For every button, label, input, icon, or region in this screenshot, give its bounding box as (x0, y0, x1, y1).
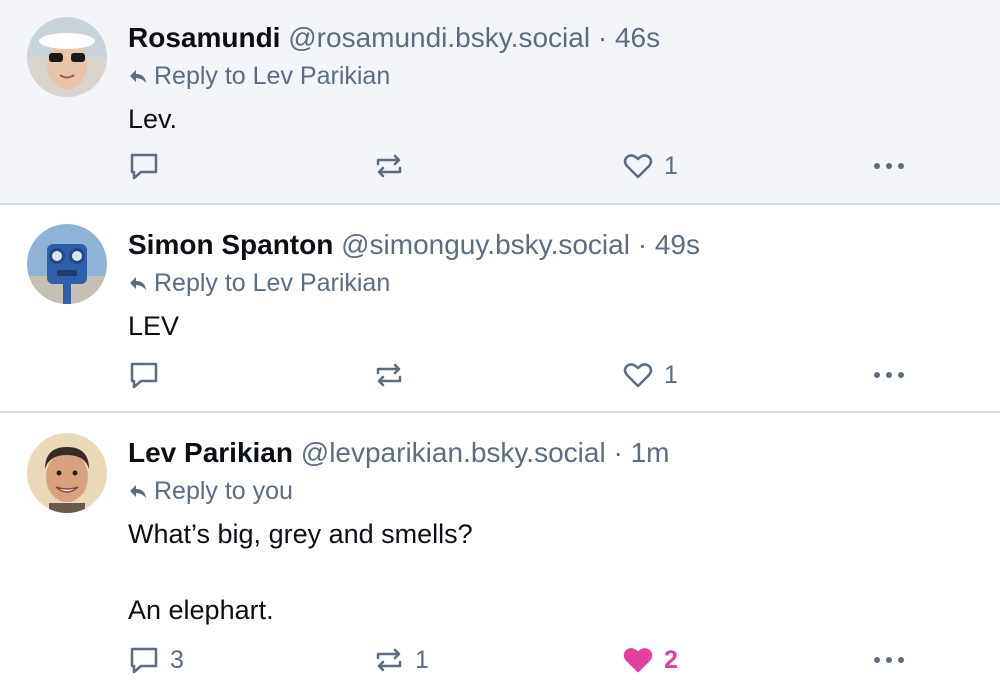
post-time[interactable]: 49s (655, 229, 700, 260)
post-header: Rosamundi @rosamundi.bsky.social · 46s (128, 20, 660, 56)
author-name[interactable]: Lev Parikian (128, 437, 293, 468)
like-button[interactable]: 1 (622, 355, 678, 395)
repost-icon (376, 648, 402, 672)
post-actions: 1 (0, 146, 1000, 186)
separator: · (597, 22, 608, 53)
avatar[interactable] (27, 17, 107, 97)
post-actions: 3 1 2 (0, 640, 1000, 680)
reply-count: 3 (170, 645, 184, 674)
heart-icon (623, 154, 653, 179)
heart-icon (623, 648, 653, 673)
more-options-button[interactable] (872, 640, 906, 680)
reply-context[interactable]: Reply to Lev Parikian (128, 267, 390, 299)
post-text: LEV (128, 311, 180, 341)
reply-arrow-icon (130, 277, 146, 290)
like-count: 2 (664, 645, 678, 674)
repost-button[interactable]: 1 (373, 640, 429, 680)
repost-button[interactable] (373, 146, 415, 186)
more-icon (874, 163, 904, 169)
more-options-button[interactable] (872, 355, 906, 395)
reply-arrow-icon (130, 485, 146, 498)
reply-to-label: Reply to Lev Parikian (154, 62, 391, 90)
comment-icon (130, 153, 158, 180)
avatar[interactable] (27, 224, 107, 304)
author-name[interactable]: Rosamundi (128, 22, 280, 53)
post-text: What’s big, grey and smells? An elephart… (128, 519, 473, 625)
author-handle[interactable]: @levparikian.bsky.social (301, 437, 606, 468)
post-item[interactable]: Lev Parikian @levparikian.bsky.social · … (0, 415, 1000, 694)
repost-button[interactable] (373, 355, 415, 395)
post-header: Simon Spanton @simonguy.bsky.social · 49… (128, 227, 700, 263)
author-handle[interactable]: @rosamundi.bsky.social (288, 22, 590, 53)
heart-icon (623, 363, 653, 388)
reply-button[interactable] (128, 146, 170, 186)
reply-to-label: Reply to Lev Parikian (154, 269, 391, 297)
post-item[interactable]: Rosamundi @rosamundi.bsky.social · 46s R… (0, 0, 1000, 205)
separator: · (613, 437, 623, 468)
post-item[interactable]: Simon Spanton @simonguy.bsky.social · 49… (0, 207, 1000, 413)
like-button[interactable]: 1 (622, 146, 678, 186)
reply-button[interactable]: 3 (128, 640, 184, 680)
author-handle[interactable]: @simonguy.bsky.social (341, 229, 630, 260)
comment-icon (130, 647, 158, 674)
reply-context[interactable]: Reply to Lev Parikian (128, 60, 390, 92)
post-actions: 1 (0, 355, 1000, 395)
post-time[interactable]: 1m (631, 437, 670, 468)
separator: · (637, 229, 648, 260)
repost-count: 1 (415, 645, 429, 674)
post-time[interactable]: 46s (615, 22, 660, 53)
avatar[interactable] (27, 433, 107, 513)
more-icon (874, 372, 904, 378)
reply-to-label: Reply to you (154, 477, 293, 505)
repost-icon (376, 154, 402, 178)
repost-icon (376, 363, 402, 387)
more-options-button[interactable] (872, 146, 906, 186)
more-icon (874, 657, 904, 663)
like-count: 1 (664, 360, 678, 389)
like-count: 1 (664, 151, 678, 180)
like-button[interactable]: 2 (622, 640, 678, 680)
comment-icon (130, 362, 158, 389)
reply-context[interactable]: Reply to you (128, 475, 293, 507)
post-text: Lev. (128, 104, 178, 134)
reply-button[interactable] (128, 355, 170, 395)
author-name[interactable]: Simon Spanton (128, 229, 333, 260)
reply-arrow-icon (130, 70, 146, 83)
post-header: Lev Parikian @levparikian.bsky.social · … (128, 435, 669, 471)
